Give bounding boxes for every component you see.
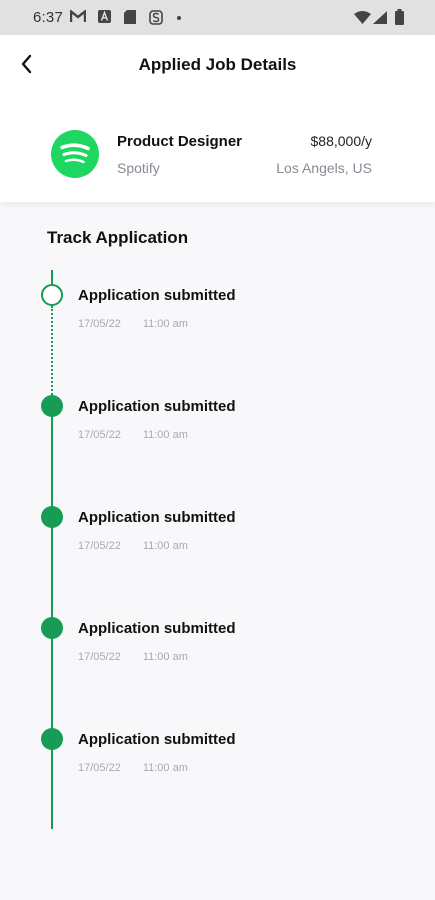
- step-date: 17/05/22: [78, 429, 121, 441]
- step-meta: 17/05/22 11:00 am: [78, 762, 398, 774]
- timeline-step: Application submitted 17/05/22 11:00 am: [78, 398, 398, 441]
- step-label: Application submitted: [78, 620, 236, 637]
- step-label: Application submitted: [78, 509, 236, 526]
- spotify-logo-icon: [51, 130, 99, 178]
- step-date: 17/05/22: [78, 651, 121, 663]
- status-time: 6:37: [33, 9, 63, 26]
- step-time: 11:00 am: [142, 762, 188, 774]
- step-date: 17/05/22: [78, 318, 121, 330]
- step-time: 11:00 am: [142, 540, 188, 552]
- battery-icon: [395, 9, 404, 28]
- job-location: Los Angels, US: [276, 160, 372, 176]
- page-title: Applied Job Details: [138, 55, 297, 74]
- timeline-step: Application submitted 17/05/22 11:00 am: [78, 620, 398, 663]
- sd-card-icon: [124, 10, 136, 27]
- timeline-step: Application submitted 17/05/22 11:00 am: [78, 731, 398, 774]
- step-label: Application submitted: [78, 287, 236, 304]
- timeline-node-done: [41, 506, 63, 528]
- step-meta: 17/05/22 11:00 am: [78, 540, 398, 552]
- app-header: Applied Job Details Product Designer Spo…: [0, 35, 435, 202]
- step-date: 17/05/22: [78, 762, 121, 774]
- timeline-node-pending: [41, 284, 63, 306]
- step-meta: 17/05/22 11:00 am: [78, 651, 398, 663]
- gmail-icon: [69, 9, 87, 26]
- step-date: 17/05/22: [78, 540, 121, 552]
- job-summary-card: Product Designer Spotify $88,000/y Los A…: [0, 127, 435, 187]
- step-label: Application submitted: [78, 731, 236, 748]
- step-time: 11:00 am: [142, 429, 188, 441]
- step-meta: 17/05/22 11:00 am: [78, 429, 398, 441]
- signal-icon: [373, 11, 387, 27]
- status-bar: 6:37: [0, 0, 435, 35]
- job-title: Product Designer: [117, 133, 243, 150]
- section-title: Track Application: [47, 228, 189, 247]
- timeline-step: Application submitted 17/05/22 11:00 am: [78, 509, 398, 552]
- timeline-step: Application submitted 17/05/22 11:00 am: [78, 287, 398, 330]
- step-label: Application submitted: [78, 398, 236, 415]
- timeline-line: [51, 270, 53, 284]
- timeline-node-done: [41, 395, 63, 417]
- timeline-node-done: [41, 617, 63, 639]
- timeline-dotted-line: [51, 306, 53, 395]
- step-meta: 17/05/22 11:00 am: [78, 318, 398, 330]
- notification-dot: [177, 16, 181, 20]
- wifi-icon: [354, 11, 371, 27]
- a-badge-icon: [98, 10, 111, 26]
- application-timeline: Application submitted 17/05/22 11:00 am A…: [0, 270, 435, 830]
- salary: $88,000/y: [310, 133, 373, 149]
- s-app-icon: [149, 10, 163, 28]
- company-name: Spotify: [117, 160, 160, 176]
- timeline-node-done: [41, 728, 63, 750]
- step-time: 11:00 am: [142, 318, 188, 330]
- step-time: 11:00 am: [142, 651, 188, 663]
